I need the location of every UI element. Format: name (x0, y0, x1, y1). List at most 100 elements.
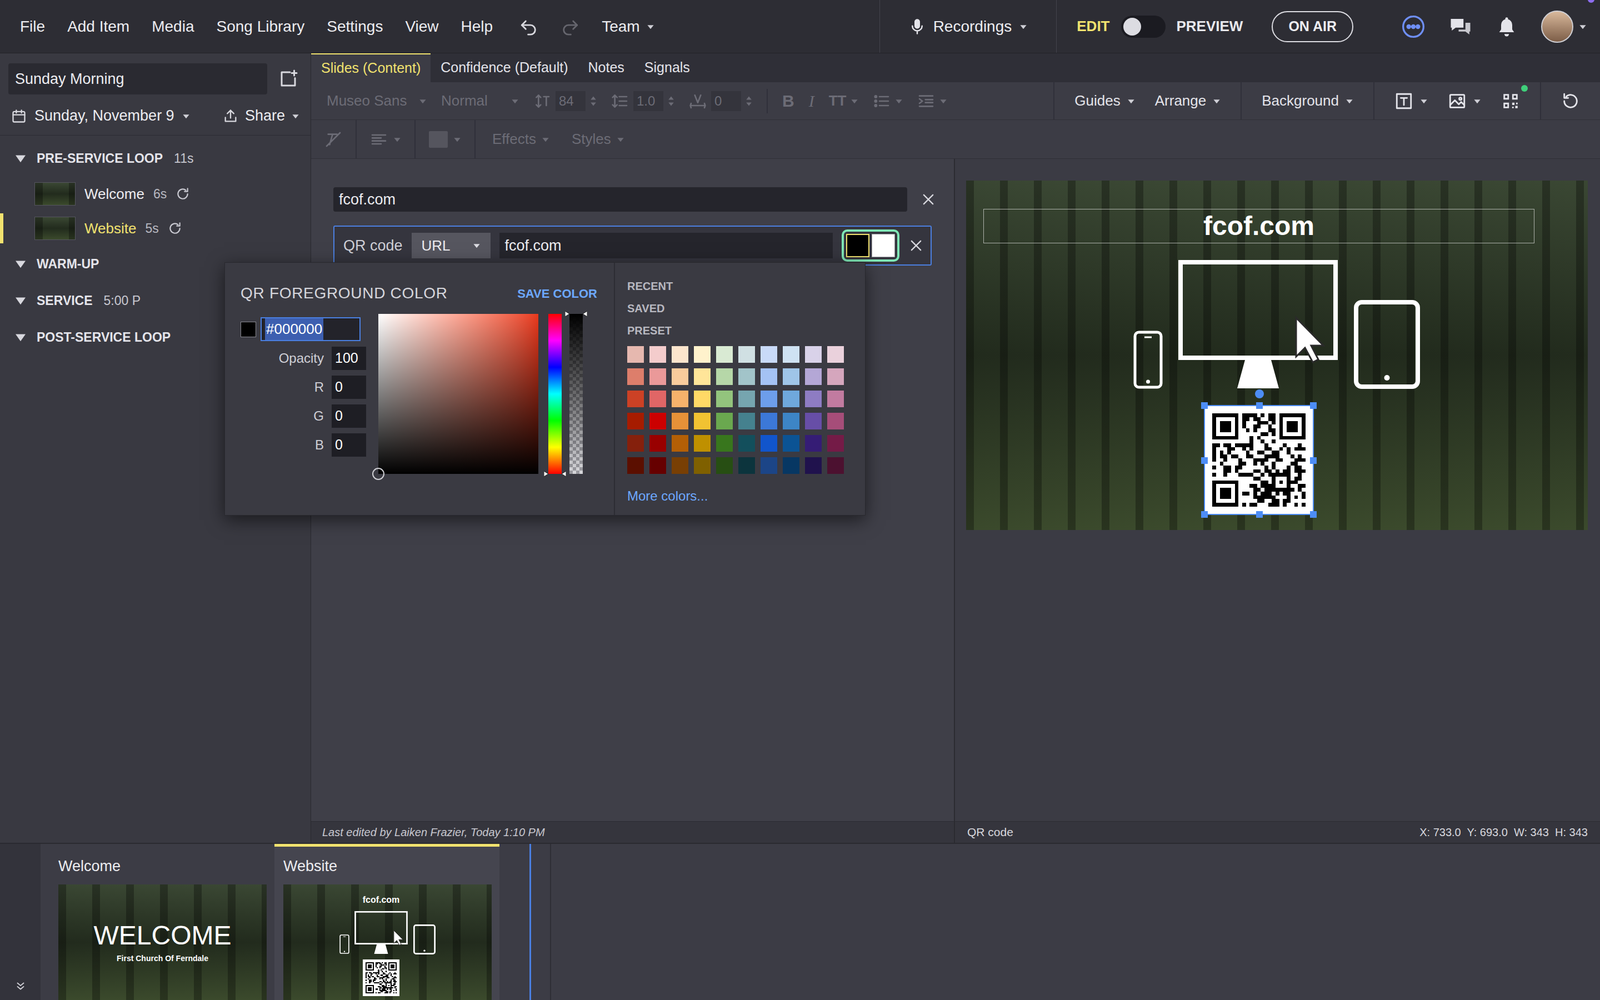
resize-handle[interactable] (1201, 511, 1208, 518)
color-swatches[interactable] (841, 229, 900, 262)
resize-handle[interactable] (1256, 402, 1263, 409)
preset-swatch[interactable] (693, 390, 711, 408)
plan-title-field[interactable]: Sunday Morning (8, 63, 268, 95)
remove-icon[interactable] (908, 237, 924, 254)
menu-item[interactable]: View (405, 18, 439, 35)
team-menu[interactable]: Team (601, 15, 654, 39)
preset-swatch[interactable] (716, 457, 733, 474)
preset-swatch[interactable] (760, 457, 778, 474)
resize-handle[interactable] (1201, 457, 1208, 464)
preset-swatch[interactable] (693, 457, 711, 474)
preset-swatch[interactable] (827, 390, 844, 408)
bell-icon[interactable] (1495, 15, 1518, 38)
resize-handle[interactable] (1201, 402, 1208, 409)
preset-swatch[interactable] (649, 457, 667, 474)
preset-swatch[interactable] (782, 368, 800, 385)
preset-swatch[interactable] (693, 368, 711, 385)
saturation-field[interactable] (378, 313, 539, 474)
account-menu[interactable] (1541, 10, 1587, 43)
preset-swatch[interactable] (671, 346, 689, 363)
preset-swatch[interactable] (760, 412, 778, 430)
menu-item[interactable]: Help (461, 18, 494, 35)
preset-swatch[interactable] (627, 368, 644, 385)
on-air-button[interactable]: ON AIR (1271, 11, 1354, 43)
mode-label[interactable]: EDIT (1076, 15, 1110, 38)
rotate-handle[interactable] (1255, 389, 1264, 399)
hue-marker[interactable] (543, 470, 567, 478)
qr-code[interactable] (1203, 405, 1314, 515)
toolbar-menu[interactable]: Guides (1074, 90, 1135, 112)
preset-swatch[interactable] (760, 368, 778, 385)
preset-swatch[interactable] (649, 346, 667, 363)
preset-swatch[interactable] (827, 346, 844, 363)
chat-icon[interactable] (1448, 15, 1473, 39)
phone-graphic[interactable] (1133, 330, 1163, 389)
preset-swatch[interactable] (805, 435, 822, 452)
text-element-field[interactable]: fcof.com (333, 187, 908, 212)
preset-swatch[interactable] (827, 457, 844, 474)
preset-swatch[interactable] (805, 346, 822, 363)
preset-swatch[interactable] (738, 412, 755, 430)
preset-swatch[interactable] (827, 435, 844, 452)
preset-swatch[interactable] (827, 368, 844, 385)
channel-input[interactable]: 0 (331, 375, 367, 399)
menu-item[interactable]: Media (151, 18, 194, 35)
section-header[interactable]: PRE-SERVICE LOOP11s (0, 140, 311, 177)
save-color-button[interactable]: SAVE COLOR (517, 284, 598, 303)
remove-icon[interactable] (920, 191, 937, 208)
preset-swatch[interactable] (627, 390, 644, 408)
qr-value-field[interactable]: fcof.com (499, 232, 833, 259)
preset-swatch[interactable] (693, 346, 711, 363)
preset-swatch[interactable] (782, 412, 800, 430)
preset-swatch[interactable] (671, 412, 689, 430)
editor-tab[interactable]: Signals (634, 53, 700, 83)
new-item-icon[interactable] (278, 68, 299, 89)
preset-swatch[interactable] (782, 457, 800, 474)
preset-swatch[interactable] (671, 390, 689, 408)
preset-swatch[interactable] (649, 412, 667, 430)
preset-swatch[interactable] (805, 368, 822, 385)
menu-item[interactable]: Settings (326, 18, 383, 35)
preset-swatch[interactable] (782, 346, 800, 363)
slide-card[interactable]: WelcomeWELCOMEFirst Church Of Ferndale (49, 843, 275, 1000)
mode-label[interactable]: PREVIEW (1176, 15, 1244, 38)
avatar[interactable] (1541, 10, 1574, 43)
reset-icon[interactable] (1561, 91, 1580, 111)
qr-element-row[interactable]: QR codeURLfcof.com (333, 225, 932, 266)
preset-swatch[interactable] (627, 346, 644, 363)
slide-title-box[interactable]: fcof.com (983, 208, 1535, 244)
preset-swatch[interactable] (671, 368, 689, 385)
menu-item[interactable]: Add Item (67, 18, 130, 35)
text-box-tool[interactable] (1394, 91, 1428, 111)
recordings-menu[interactable]: Recordings (879, 0, 1057, 53)
preset-swatch[interactable] (760, 435, 778, 452)
date-menu[interactable]: Sunday, November 9 (11, 104, 190, 128)
preset-swatch[interactable] (671, 435, 689, 452)
preset-swatch[interactable] (716, 412, 733, 430)
image-tool[interactable] (1447, 91, 1482, 111)
mode-switch[interactable]: EDIT PREVIEW (1056, 0, 1263, 53)
preset-swatch[interactable] (649, 390, 667, 408)
monitor-graphic[interactable] (1178, 260, 1338, 389)
preset-swatch[interactable] (782, 390, 800, 408)
preset-swatch[interactable] (693, 435, 711, 452)
preset-swatch[interactable] (827, 412, 844, 430)
alpha-slider[interactable] (569, 313, 583, 474)
plan-item[interactable]: Welcome6s (0, 176, 311, 212)
qr-type-select[interactable]: URL (411, 232, 491, 259)
preset-swatch[interactable] (649, 368, 667, 385)
expand-icon[interactable] (15, 153, 26, 164)
collapse-icon[interactable] (14, 980, 27, 993)
expand-icon[interactable] (15, 332, 26, 343)
toolbar-menu[interactable]: Arrange (1155, 90, 1222, 112)
hex-input[interactable]: #000000 (260, 317, 361, 342)
preset-swatch[interactable] (805, 457, 822, 474)
preset-swatch[interactable] (649, 435, 667, 452)
preset-swatch[interactable] (738, 346, 755, 363)
expand-icon[interactable] (15, 295, 26, 306)
channel-input[interactable]: 0 (331, 433, 367, 457)
channel-input[interactable]: 0 (331, 404, 367, 428)
editor-tab[interactable]: Confidence (Default) (430, 53, 578, 83)
resize-handle[interactable] (1256, 511, 1263, 518)
color-picker-handle[interactable] (372, 467, 385, 480)
